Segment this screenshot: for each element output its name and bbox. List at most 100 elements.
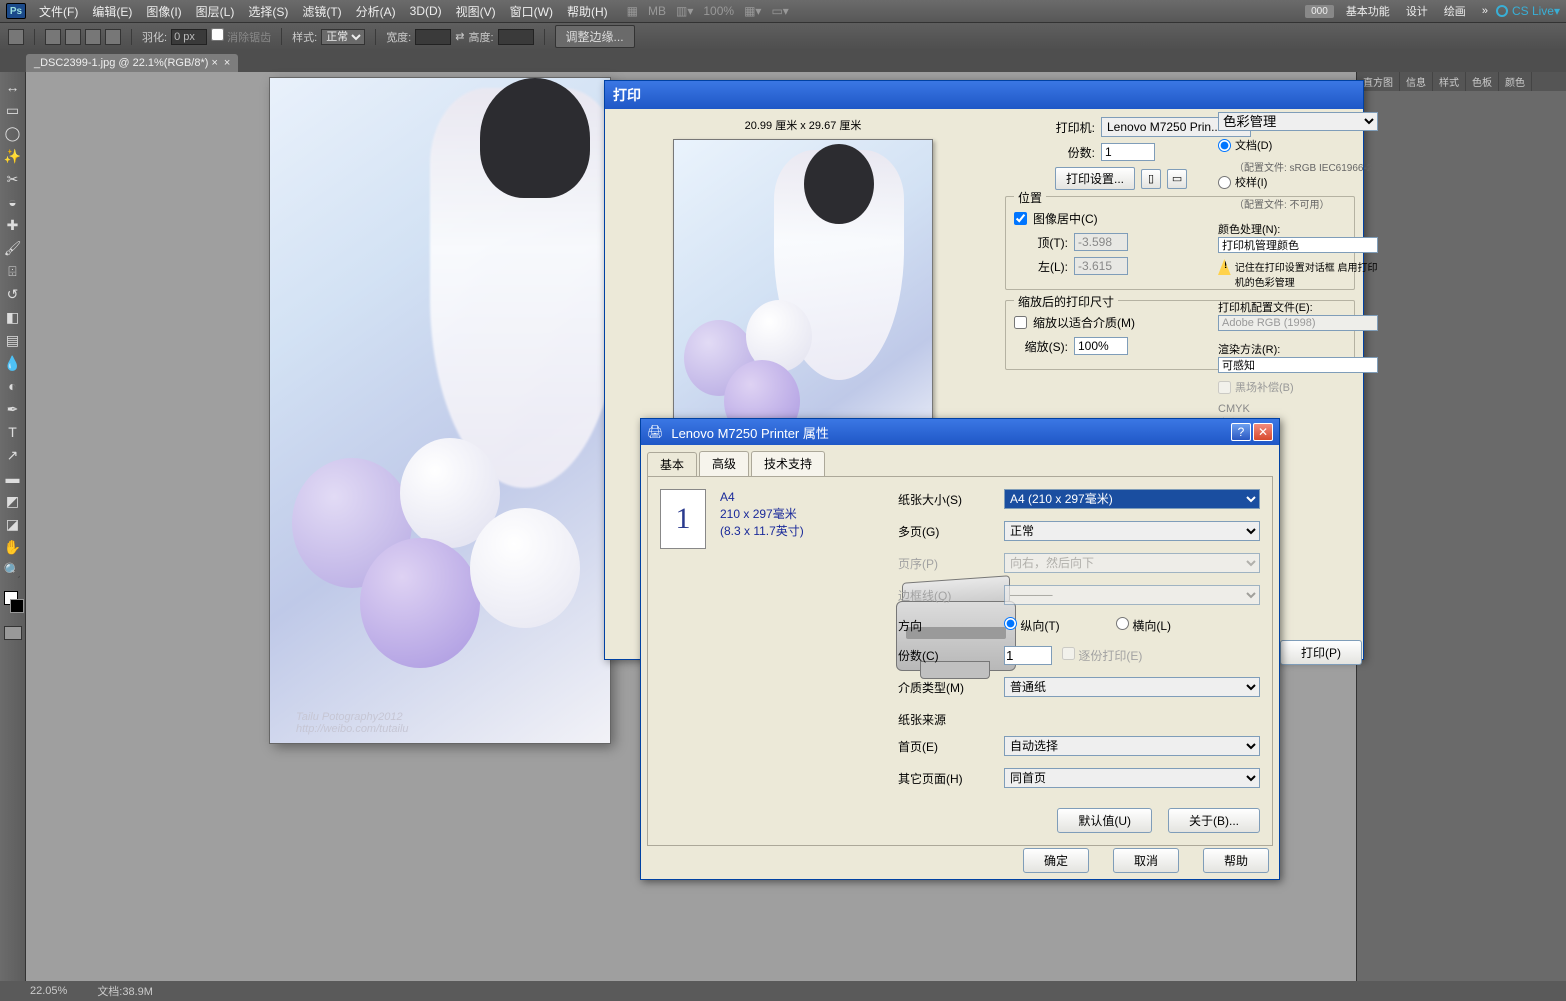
menu-file[interactable]: 文件(F) [32,3,85,20]
height-input[interactable] [498,29,534,45]
shape-tool-icon[interactable]: ▬ [2,467,24,489]
media-type-select[interactable]: 普通纸 [1004,677,1260,697]
menu-image[interactable]: 图像(I) [139,3,188,20]
3d-tool-icon[interactable]: ◩ [2,490,24,512]
fit-media-checkbox[interactable] [1014,316,1027,329]
document-canvas[interactable]: Tailu Potography2012 http://weibo.com/tu… [270,78,610,743]
cancel-button[interactable]: 取消 [1113,848,1179,873]
menu-view[interactable]: 视图(V) [449,3,503,20]
workspace-basic[interactable]: 基本功能 [1338,3,1398,19]
antialias-checkbox[interactable]: 消除锯齿 [211,28,271,45]
status-doc[interactable]: 文档:38.9M [97,983,153,999]
tool-preset-icon[interactable] [8,29,24,45]
launch-bridge-icon[interactable]: ▦ [627,4,638,18]
print-button[interactable]: 打印(P) [1280,640,1362,665]
brush-tool-icon[interactable]: 🖌 [2,237,24,259]
move-tool-icon[interactable]: ↔ [2,76,24,98]
view-extras-icon[interactable]: ▥▾ [676,4,693,18]
center-image-checkbox[interactable] [1014,212,1027,225]
zoom-level[interactable]: 100% [703,4,734,18]
other-pages-select[interactable]: 同首页 [1004,768,1260,788]
intent-input[interactable] [1218,357,1378,373]
panel-tab[interactable]: 样式 [1433,72,1466,91]
cm-document-radio[interactable] [1218,139,1231,152]
style-select[interactable]: 正常 [321,29,365,45]
landscape-radio[interactable]: 横向(L) [1116,617,1212,634]
feather-input[interactable] [171,29,207,45]
menu-filter[interactable]: 滤镜(T) [295,3,348,20]
swap-icon[interactable]: ⇄ [455,30,464,43]
multipage-select[interactable]: 正常 [1004,521,1260,541]
workspace-paint[interactable]: 绘画 [1436,3,1474,19]
color-swatches[interactable] [6,591,20,619]
menu-window[interactable]: 窗口(W) [503,3,560,20]
zoom-tool-icon[interactable]: 🔍 [2,559,24,581]
tab-support[interactable]: 技术支持 [751,451,825,476]
cm-proof-radio[interactable] [1218,176,1231,189]
portrait-icon[interactable]: ▯ [1141,169,1161,189]
document-tab[interactable]: _DSC2399-1.jpg @ 22.1%(RGB/8*) × × [26,54,238,72]
eraser-tool-icon[interactable]: ◧ [2,306,24,328]
quickmask-icon[interactable] [4,626,22,640]
selection-intersect-icon[interactable] [105,29,121,45]
scale-input[interactable] [1074,337,1128,355]
workspace-design[interactable]: 设计 [1398,3,1436,19]
width-input[interactable] [415,29,451,45]
print-settings-button[interactable]: 打印设置... [1055,167,1135,190]
panel-tab[interactable]: 信息 [1400,72,1433,91]
menu-edit[interactable]: 编辑(E) [85,3,139,20]
pen-tool-icon[interactable]: ✒ [2,398,24,420]
crop-tool-icon[interactable]: ✂ [2,168,24,190]
menu-help[interactable]: 帮助(H) [560,3,615,20]
defaults-button[interactable]: 默认值(U) [1057,808,1152,833]
panel-tab[interactable]: 色板 [1466,72,1499,91]
3d-camera-tool-icon[interactable]: ◪ [2,513,24,535]
history-brush-tool-icon[interactable]: ↺ [2,283,24,305]
cs-live-button[interactable]: CS Live▾ [1496,4,1560,18]
first-page-select[interactable]: 自动选择 [1004,736,1260,756]
screen-mode-icon[interactable]: ▭▾ [771,4,788,18]
menu-analysis[interactable]: 分析(A) [349,3,403,20]
ok-button[interactable]: 确定 [1023,848,1089,873]
status-zoom[interactable]: 22.05% [30,985,67,997]
path-tool-icon[interactable]: ↗ [2,444,24,466]
menu-layer[interactable]: 图层(L) [189,3,242,20]
refine-edge-button[interactable]: 调整边缘... [555,25,635,48]
menu-3d[interactable]: 3D(D) [403,4,449,18]
copies-input[interactable] [1101,143,1155,161]
arrange-docs-icon[interactable]: ▦▾ [744,4,761,18]
stamp-tool-icon[interactable]: ⌹ [2,260,24,282]
portrait-radio[interactable]: 纵向(T) [1004,617,1100,634]
props-copies-input[interactable] [1004,646,1052,665]
essentials-badge[interactable]: 000 [1305,5,1334,18]
type-tool-icon[interactable]: T [2,421,24,443]
healing-tool-icon[interactable]: ✚ [2,214,24,236]
background-swatch[interactable] [10,599,24,613]
hand-tool-icon[interactable]: ✋ [2,536,24,558]
lasso-tool-icon[interactable]: ◯ [2,122,24,144]
wand-tool-icon[interactable]: ✨ [2,145,24,167]
workspace-more-icon[interactable]: » [1474,5,1496,17]
dodge-tool-icon[interactable]: ◐ [2,375,24,397]
launch-mb-icon[interactable]: MB [648,4,666,18]
marquee-tool-icon[interactable]: ▭ [2,99,24,121]
blur-tool-icon[interactable]: 💧 [2,352,24,374]
selection-new-icon[interactable] [45,29,61,45]
selection-add-icon[interactable] [65,29,81,45]
help-button[interactable]: 帮助 [1203,848,1269,873]
close-icon[interactable]: ✕ [1253,423,1273,441]
tab-basic[interactable]: 基本 [647,452,697,477]
help-icon[interactable]: ? [1231,423,1251,441]
paper-size-select[interactable]: A4 (210 x 297毫米) [1004,489,1260,509]
panel-tab[interactable]: 颜色 [1499,72,1532,91]
menu-select[interactable]: 选择(S) [241,3,295,20]
landscape-icon[interactable]: ▭ [1167,169,1187,189]
handling-input[interactable] [1218,237,1378,253]
selection-subtract-icon[interactable] [85,29,101,45]
cm-mode-select[interactable]: 色彩管理 [1218,112,1378,131]
eyedropper-tool-icon[interactable]: ◒ [2,191,24,213]
about-button[interactable]: 关于(B)... [1168,808,1260,833]
tab-advanced[interactable]: 高级 [699,451,749,476]
gradient-tool-icon[interactable]: ▤ [2,329,24,351]
close-icon[interactable]: × [224,57,230,69]
